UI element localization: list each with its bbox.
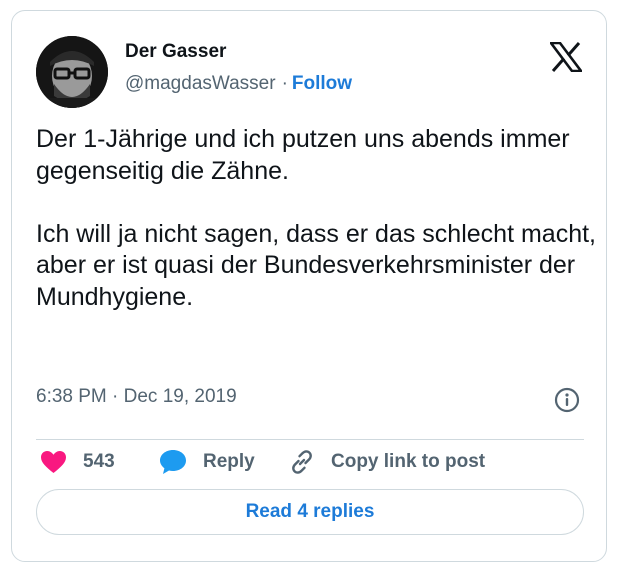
- copy-link-button[interactable]: Copy link to post: [289, 447, 485, 477]
- like-count: 543: [83, 451, 115, 472]
- speech-bubble-icon: [159, 449, 187, 475]
- read-replies-button[interactable]: Read 4 replies: [36, 489, 584, 535]
- link-icon: [289, 449, 315, 475]
- read-replies-label: Read 4 replies: [245, 501, 375, 522]
- post-paragraph: Ich will ja nicht sagen, dass er das sch…: [36, 219, 596, 311]
- post-timestamp[interactable]: 6:38 PM · Dec 19, 2019: [36, 386, 237, 408]
- author-name[interactable]: Der Gasser: [125, 41, 226, 63]
- avatar[interactable]: [36, 36, 108, 108]
- post-paragraph: Der 1-Jährige und ich putzen uns abends …: [36, 125, 570, 185]
- copy-link-label: Copy link to post: [331, 451, 486, 472]
- author-meta: @magdasWasser · Follow: [125, 73, 352, 95]
- x-logo-icon[interactable]: [549, 41, 583, 73]
- follow-link[interactable]: Follow: [292, 73, 352, 94]
- separator-dot: ·: [281, 73, 288, 94]
- info-icon[interactable]: [554, 387, 580, 413]
- avatar-image: [36, 36, 108, 108]
- heart-icon: [40, 450, 67, 474]
- reply-label: Reply: [203, 451, 255, 472]
- like-button[interactable]: 543: [40, 447, 115, 477]
- divider: [36, 439, 584, 440]
- post-text: Der 1-Jährige und ich putzen uns abends …: [36, 124, 596, 313]
- embedded-post-card: Der Gasser @magdasWasser · Follow Der 1-Jä…: [11, 10, 607, 562]
- author-handle[interactable]: @magdasWasser: [125, 73, 276, 94]
- reply-button[interactable]: Reply: [159, 447, 255, 477]
